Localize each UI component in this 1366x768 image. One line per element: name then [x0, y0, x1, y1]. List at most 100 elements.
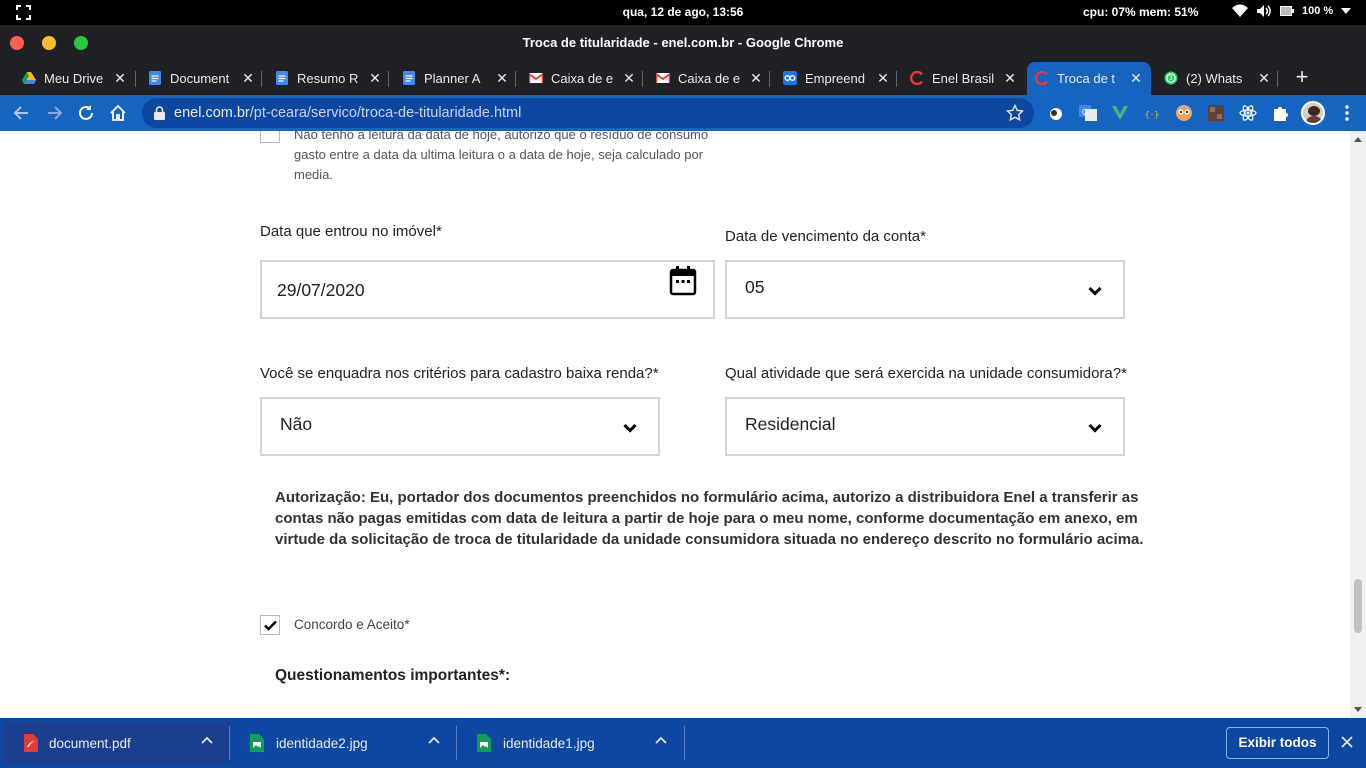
avatar[interactable]	[1301, 101, 1325, 125]
gmail-icon	[529, 73, 543, 83]
data-entrada-input[interactable]: 29/07/2020	[260, 260, 715, 319]
url-path: /pt-ceara/servico/troca-de-titularidade.…	[249, 105, 522, 121]
calendar-icon[interactable]	[669, 266, 697, 296]
system-tray[interactable]: 100 %	[1232, 4, 1352, 18]
download-item-identidade1[interactable]: identidade1.jpg	[457, 722, 685, 764]
chevron-up-icon[interactable]	[428, 736, 440, 744]
tab-document[interactable]: Document ✕	[140, 62, 262, 95]
json-viewer-icon[interactable]: {·}	[1143, 104, 1161, 122]
battery-level: 100 %	[1302, 5, 1334, 17]
bookmark-star-icon[interactable]	[1006, 104, 1024, 122]
google-translate-icon[interactable]: G	[1079, 104, 1097, 122]
vencimento-select[interactable]: 05	[725, 260, 1125, 319]
close-icon[interactable]: ✕	[112, 70, 128, 87]
extension-face-icon[interactable]	[1175, 104, 1193, 122]
tab-label: (2) Whats	[1186, 71, 1243, 86]
tab-label: Enel Brasil	[932, 71, 995, 86]
close-icon[interactable]: ✕	[367, 70, 383, 87]
autorizacao-text: Autorização: Eu, portador dos documentos…	[275, 489, 1144, 548]
google-docs-icon	[276, 71, 288, 85]
address-bar[interactable]: enel.com.br/pt-ceara/servico/troca-de-ti…	[142, 98, 1034, 128]
image-file-icon	[477, 734, 491, 752]
baixa-renda-select[interactable]: Não	[260, 397, 660, 456]
show-all-downloads-button[interactable]: Exibir todos	[1226, 727, 1329, 759]
forward-icon[interactable]	[44, 103, 64, 123]
tab-caixa-2[interactable]: Caixa de e ✕	[648, 62, 770, 95]
tab-label: Meu Drive	[44, 71, 104, 86]
tab-whatsapp[interactable]: 2 (2) Whats ✕	[1156, 62, 1278, 95]
close-icon[interactable]: ✕	[494, 70, 510, 87]
tab-label: Troca de t	[1057, 71, 1116, 86]
enel-icon	[910, 71, 924, 85]
home-icon[interactable]	[108, 103, 128, 123]
close-icon[interactable]: ✕	[748, 70, 764, 87]
battery-icon	[1280, 6, 1294, 16]
tab-empreend[interactable]: Empreend ✕	[775, 62, 897, 95]
svg-text:{·}: {·}	[1145, 110, 1159, 119]
tab-strip: Meu Drive ✕ Document ✕ Resumo R ✕ Planne…	[0, 62, 1366, 95]
lock-icon[interactable]	[154, 106, 165, 120]
window-title: Troca de titularidade - enel.com.br - Go…	[522, 35, 844, 50]
google-drive-icon	[22, 72, 36, 84]
whatsapp-icon: 2	[1164, 71, 1178, 85]
chevron-down-icon	[623, 423, 637, 433]
close-icon[interactable]: ✕	[621, 70, 637, 87]
tab-enel-brasil[interactable]: Enel Brasil ✕	[902, 62, 1024, 95]
close-icon[interactable]: ✕	[1128, 70, 1144, 87]
baixa-renda-value: Não	[280, 414, 313, 434]
react-devtools-icon[interactable]	[1239, 104, 1257, 122]
svg-text:2: 2	[1169, 75, 1173, 82]
new-tab-button[interactable]: +	[1292, 66, 1312, 88]
enel-icon	[1035, 71, 1049, 85]
google-docs-icon	[149, 71, 161, 85]
chevron-up-icon[interactable]	[201, 736, 213, 744]
window-title-bar: Troca de titularidade - enel.com.br - Go…	[0, 25, 1366, 62]
tab-planner[interactable]: Planner A ✕	[394, 62, 516, 95]
page-content: Não tenho a leitura da data de hoje, aut…	[0, 131, 1350, 718]
download-item-identidade2[interactable]: identidade2.jpg	[230, 722, 457, 764]
close-icon[interactable]: ✕	[240, 70, 256, 87]
download-item-document-pdf[interactable]: document.pdf	[4, 722, 230, 764]
scroll-thumb[interactable]	[1354, 579, 1362, 633]
extension-grid-icon[interactable]	[1207, 104, 1225, 122]
concordo-label: Concordo e Aceito*	[294, 617, 410, 632]
close-icon[interactable]: ✕	[1256, 70, 1272, 87]
atividade-label: Qual atividade que será exercida na unid…	[725, 365, 1127, 382]
extensions-puzzle-icon[interactable]	[1271, 104, 1289, 122]
url-domain: enel.com.br	[174, 105, 250, 121]
close-icon[interactable]	[1340, 735, 1354, 749]
image-file-icon	[250, 734, 264, 752]
tab-troca-de-titularidade[interactable]: Troca de t ✕	[1027, 62, 1151, 95]
close-icon[interactable]: ✕	[875, 70, 891, 87]
google-docs-icon	[403, 71, 415, 85]
chevron-up-icon[interactable]	[655, 736, 667, 744]
scroll-down-arrow[interactable]	[1354, 707, 1362, 712]
tab-resumo[interactable]: Resumo R ✕	[267, 62, 389, 95]
leitura-note: Não tenho a leitura da data de hoje, aut…	[294, 131, 709, 182]
reload-icon[interactable]	[76, 103, 96, 123]
tab-caixa-1[interactable]: Caixa de e ✕	[521, 62, 643, 95]
atividade-select[interactable]: Residencial	[725, 397, 1125, 456]
url-text: enel.com.br/pt-ceara/servico/troca-de-ti…	[174, 105, 521, 121]
chevron-down-icon	[1341, 8, 1352, 14]
leitura-checkbox[interactable]	[260, 131, 280, 143]
back-icon[interactable]	[12, 103, 32, 123]
downloads-shelf: document.pdf identidade2.jpg identidade1…	[0, 718, 1366, 768]
system-top-bar: qua, 12 de ago, 13:56 cpu: 07% mem: 51% …	[0, 0, 1366, 25]
vue-devtools-icon[interactable]	[1111, 104, 1129, 122]
extension-tracker-icon[interactable]	[1047, 104, 1065, 122]
page-scrollbar[interactable]	[1350, 131, 1366, 718]
tab-meu-drive[interactable]: Meu Drive ✕	[14, 62, 136, 95]
baixa-renda-label: Você se enquadra nos critérios para cada…	[260, 365, 659, 382]
chevron-down-icon	[1088, 423, 1102, 433]
system-monitor: cpu: 07% mem: 51%	[1083, 5, 1199, 19]
svg-text:G: G	[1082, 108, 1088, 117]
chevron-down-icon	[1088, 286, 1102, 296]
checkmark-icon	[264, 620, 277, 631]
close-icon[interactable]: ✕	[1002, 70, 1018, 87]
scroll-up-arrow[interactable]	[1354, 137, 1362, 142]
concordo-checkbox[interactable]	[260, 615, 280, 635]
tab-label: Planner A	[424, 71, 481, 86]
wifi-icon	[1232, 4, 1248, 17]
kebab-menu-icon[interactable]	[1338, 104, 1356, 122]
